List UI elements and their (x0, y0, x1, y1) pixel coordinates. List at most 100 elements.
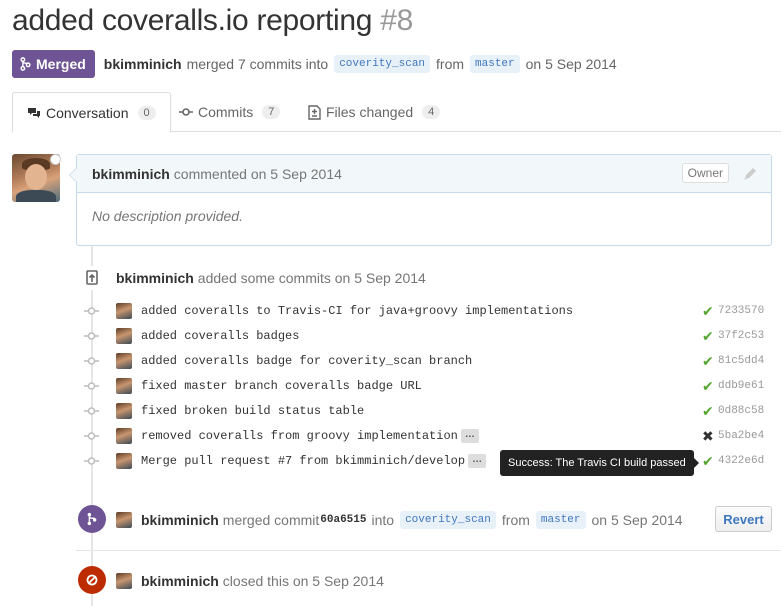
check-icon[interactable]: ✔ (702, 328, 716, 345)
tab-counter: 7 (262, 105, 281, 119)
from-text: from (501, 512, 530, 528)
divider (76, 550, 781, 551)
file-diff-icon (308, 104, 321, 120)
avatar[interactable] (116, 512, 132, 528)
merge-event-icon (78, 505, 106, 533)
base-branch[interactable]: coverity_scan (400, 511, 496, 529)
commit-message[interactable]: fixed broken build status table (141, 404, 364, 418)
git-commit-icon (179, 108, 193, 116)
tab-counter: 4 (422, 105, 441, 119)
comment-body: No description provided. (92, 208, 243, 224)
check-icon[interactable]: ✔ (702, 453, 716, 470)
pencil-icon[interactable] (742, 166, 758, 182)
tab-counter: 0 (137, 105, 156, 120)
commit-message[interactable]: removed coveralls from groovy implementa… (141, 429, 458, 443)
tab-commits[interactable]: Commits 7 (165, 92, 294, 132)
tab-label: Commits (198, 104, 254, 120)
page-title: added coveralls.io reporting #8 (12, 4, 413, 38)
avatar[interactable] (116, 303, 132, 319)
tab-files-changed[interactable]: Files changed 4 (294, 92, 454, 132)
pr-number: #8 (380, 4, 413, 37)
date-text: on 5 Sep 2014 (525, 56, 617, 72)
comment-discussion-icon (28, 107, 40, 118)
push-text: added some commits on 5 Sep 2014 (197, 270, 426, 286)
base-branch[interactable]: coverity_scan (334, 55, 431, 73)
commit-row: added coveralls to Travis-CI for java+gr… (84, 301, 774, 321)
closed-event-icon (78, 566, 106, 594)
avatar-face (25, 164, 47, 190)
close-author[interactable]: bkimminich (141, 573, 219, 589)
merge-author[interactable]: bkimminich (141, 512, 219, 528)
avatar[interactable] (116, 428, 132, 444)
head-branch[interactable]: master (470, 55, 520, 73)
commit-row: fixed broken build status table ✔ 0d88c58 (84, 401, 774, 421)
state-badge: Merged (12, 50, 95, 78)
git-commit-icon (84, 431, 99, 441)
commit-sha[interactable]: 5ba2be4 (718, 430, 764, 442)
expand-message-button[interactable]: … (468, 454, 487, 468)
merge-event: bkimminich merged commit 60a6515 into co… (116, 509, 683, 531)
commit-message[interactable]: fixed master branch coveralls badge URL (141, 379, 422, 393)
git-commit-icon (84, 381, 99, 391)
check-icon[interactable]: ✔ (702, 403, 716, 420)
commit-sha[interactable]: 0d88c58 (718, 405, 764, 417)
git-commit-icon (84, 456, 99, 466)
pr-title: added coveralls.io reporting (12, 4, 373, 37)
git-commit-icon (84, 356, 99, 366)
pr-meta: Merged bkimminich merged 7 commits into … (12, 50, 617, 78)
pr-tabs: Conversation 0 Commits 7 Files changed 4 (12, 92, 781, 133)
summary-text: merged 7 commits into (186, 56, 329, 72)
commit-message[interactable]: added coveralls badge for coverity_scan … (141, 354, 472, 368)
owner-label: Owner (681, 163, 729, 183)
merge-commit-sha[interactable]: 60a6515 (320, 514, 366, 526)
tab-label: Conversation (46, 104, 129, 121)
push-event: bkimminich added some commits on 5 Sep 2… (116, 270, 426, 286)
push-author[interactable]: bkimminich (116, 270, 194, 286)
git-commit-icon (84, 331, 99, 341)
comment-author[interactable]: bkimminich (92, 166, 170, 182)
head-branch[interactable]: master (535, 511, 586, 529)
tab-label: Files changed (326, 104, 414, 120)
expand-message-button[interactable]: … (460, 429, 479, 443)
from-text: from (436, 56, 465, 72)
commit-message[interactable]: Merge pull request #7 from bkimminich/de… (141, 454, 465, 468)
comment-meta[interactable]: commented on 5 Sep 2014 (174, 166, 342, 182)
check-icon[interactable]: ✔ (702, 378, 716, 395)
commit-sha[interactable]: 7233570 (718, 305, 764, 317)
commit-sha[interactable]: 37f2c53 (718, 330, 764, 342)
close-event: bkimminich closed this on 5 Sep 2014 (116, 570, 384, 592)
avatar-shirt (16, 190, 56, 202)
merge-date: on 5 Sep 2014 (591, 512, 683, 528)
comment-header: bkimminich commented on 5 Sep 2014 (77, 155, 771, 193)
commit-message[interactable]: added coveralls to Travis-CI for java+gr… (141, 304, 573, 318)
check-icon[interactable]: ✔ (702, 353, 716, 370)
avatar[interactable] (116, 403, 132, 419)
git-commit-icon (84, 306, 99, 316)
avatar[interactable] (116, 353, 132, 369)
tab-conversation[interactable]: Conversation 0 (12, 92, 171, 133)
avatar[interactable] (116, 453, 132, 469)
commit-row: added coveralls badges ✔ 37f2c53 (84, 326, 774, 346)
close-text: closed this on 5 Sep 2014 (222, 573, 384, 589)
git-commit-icon (84, 406, 99, 416)
comment-box: bkimminich commented on 5 Sep 2014 Owner… (69, 154, 772, 246)
commit-sha[interactable]: 4322e6d (718, 455, 764, 467)
commit-row: added coveralls badge for coverity_scan … (84, 351, 774, 371)
avatar[interactable] (116, 378, 132, 394)
commit-message[interactable]: added coveralls badges (141, 329, 299, 343)
commit-row: fixed master branch coveralls badge URL ✔… (84, 376, 774, 396)
commit-sha[interactable]: 81c5dd4 (718, 355, 764, 367)
author-link[interactable]: bkimminich (104, 56, 182, 72)
ci-status-tooltip: Success: The Travis CI build passed (500, 450, 699, 476)
x-icon[interactable]: ✖ (702, 428, 716, 445)
state-label: Merged (36, 56, 86, 72)
merge-icon (20, 57, 31, 71)
avatar[interactable] (116, 573, 132, 589)
merge-text: merged commit (222, 512, 320, 528)
check-icon[interactable]: ✔ (702, 303, 716, 320)
avatar[interactable] (116, 328, 132, 344)
repo-push-icon (80, 266, 104, 290)
github-mark-icon (50, 154, 61, 165)
revert-button[interactable]: Revert (715, 506, 772, 532)
commit-sha[interactable]: ddb9e61 (718, 380, 764, 392)
